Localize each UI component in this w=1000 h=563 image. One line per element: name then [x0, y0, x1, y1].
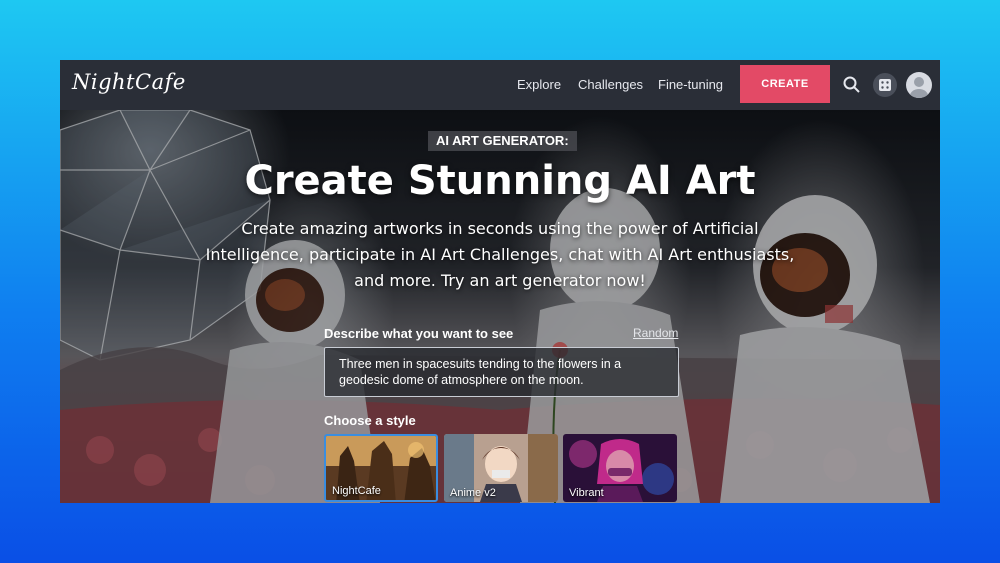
top-navbar: NightCafe Explore Challenges Fine-tuning…	[60, 60, 940, 110]
choose-style-label: Choose a style	[324, 413, 416, 428]
random-prompt-link[interactable]: Random	[633, 326, 678, 340]
style-card-anime-v2[interactable]: Anime v2	[444, 434, 558, 502]
nav-explore[interactable]: Explore	[517, 77, 561, 92]
style-card-vibrant[interactable]: Vibrant	[563, 434, 677, 502]
ai-art-generator-badge: AI ART GENERATOR:	[428, 131, 577, 151]
nightcafe-logo[interactable]: NightCafe	[72, 70, 186, 94]
hero-subtext: Create amazing artworks in seconds using…	[205, 219, 795, 290]
hero-headline: Create Stunning AI Art	[244, 158, 756, 204]
hero-section: AI ART GENERATOR: Create Stunning AI Art…	[60, 110, 940, 503]
prompt-label: Describe what you want to see	[324, 326, 514, 341]
dice-icon[interactable]	[873, 73, 897, 97]
create-button[interactable]: CREATE	[740, 65, 830, 103]
avatar[interactable]	[906, 72, 932, 98]
style-card-nightcafe[interactable]: NightCafe	[324, 434, 438, 502]
style-name: Anime v2	[450, 487, 496, 499]
nav-challenges[interactable]: Challenges	[578, 77, 643, 92]
prompt-input[interactable]: Three men in spacesuits tending to the f…	[324, 347, 679, 397]
style-name: Vibrant	[569, 487, 604, 499]
search-icon[interactable]	[842, 75, 862, 95]
browser-viewport: NightCafe Explore Challenges Fine-tuning…	[60, 60, 940, 503]
style-name: NightCafe	[332, 485, 381, 497]
nav-fine-tuning[interactable]: Fine-tuning	[658, 77, 723, 92]
